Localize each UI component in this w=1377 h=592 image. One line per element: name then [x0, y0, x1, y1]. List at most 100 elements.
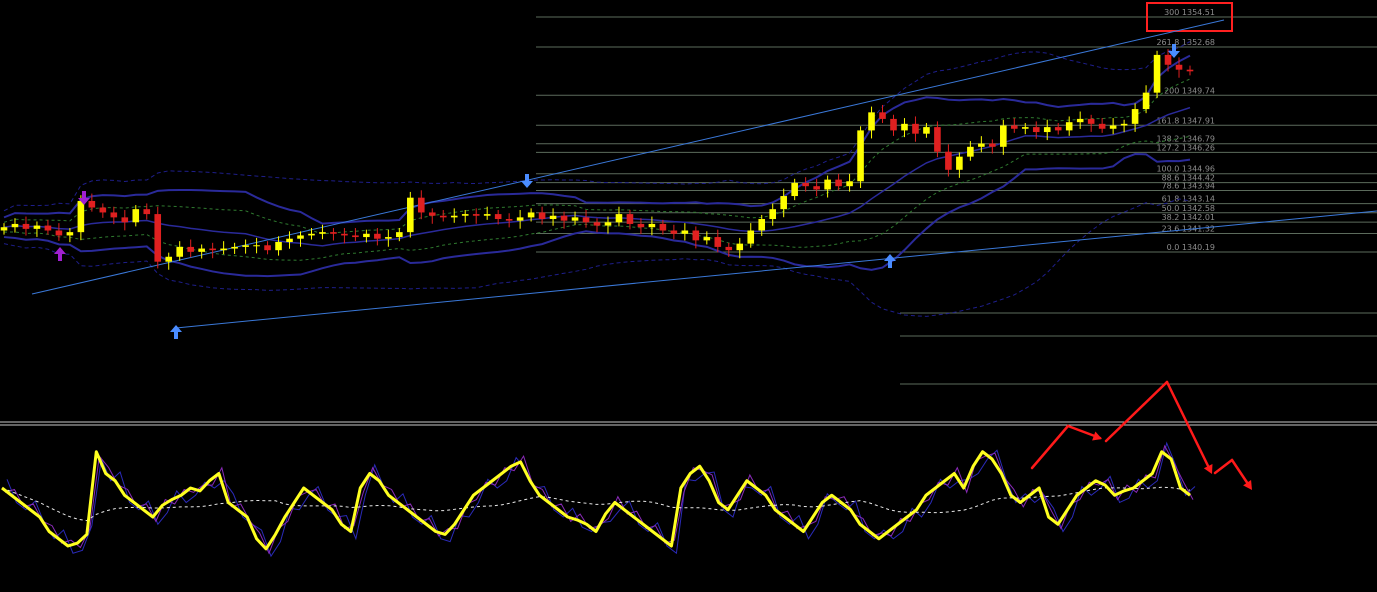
candle-body: [604, 222, 612, 226]
candle-body: [912, 123, 919, 134]
fib-label: 127.2 1346.26: [1156, 143, 1215, 152]
fib-label: 261.8 1352.68: [1156, 38, 1215, 47]
candle-body: [593, 222, 601, 226]
candle-body: [923, 127, 930, 134]
candle-body: [1011, 125, 1018, 129]
candle-body: [571, 217, 579, 221]
candle-body: [879, 112, 886, 119]
candle-body: [494, 214, 502, 220]
candle-body: [978, 143, 985, 147]
candle-body: [692, 230, 700, 241]
candle-body: [341, 233, 348, 236]
candle-body: [1087, 118, 1095, 124]
candle-body: [736, 243, 744, 251]
candle-body: [110, 212, 118, 218]
candle-body: [1164, 54, 1172, 65]
candle-body: [1032, 127, 1040, 133]
candle-body: [286, 238, 293, 242]
candle-body: [1109, 125, 1117, 129]
candle-body: [428, 212, 436, 216]
candle-body: [725, 246, 733, 251]
fib-label: 0.0 1340.19: [1167, 243, 1215, 252]
candle-body: [319, 232, 326, 234]
candle-body: [66, 232, 74, 236]
candle-body: [747, 230, 755, 244]
fib-label: 50.0 1342.58: [1162, 204, 1215, 213]
candle-body: [582, 217, 590, 223]
candle-body: [385, 237, 392, 239]
candle-body: [637, 223, 645, 228]
candle-body: [791, 182, 798, 197]
fib-label: 161.8 1347.91: [1156, 116, 1215, 125]
candle-body: [132, 209, 140, 223]
candle-body: [1142, 92, 1150, 110]
candle-body: [187, 246, 194, 252]
candle-body: [22, 223, 30, 229]
candle-body: [439, 215, 447, 218]
candle-body: [1076, 118, 1084, 123]
candle-body: [703, 237, 711, 241]
candle-body: [220, 248, 227, 251]
candle-body: [868, 112, 875, 131]
candle-body: [758, 219, 766, 231]
candle-body: [890, 118, 897, 131]
candle-body: [1153, 54, 1161, 93]
candle-body: [374, 233, 381, 239]
candle-body: [934, 127, 941, 152]
candle-body: [165, 256, 173, 262]
candle-body: [1043, 127, 1051, 133]
candle-body: [1175, 64, 1183, 70]
candle-body: [670, 230, 678, 234]
candle-body: [154, 214, 162, 262]
candle-body: [901, 123, 908, 131]
candle-body: [418, 197, 425, 213]
candle-body: [505, 219, 513, 221]
candle-body: [231, 246, 238, 249]
candle-body: [88, 200, 96, 208]
candle-body: [264, 245, 271, 251]
candle-body: [242, 245, 249, 247]
candle-body: [824, 179, 831, 190]
candle-body: [1098, 123, 1106, 129]
candle-body: [857, 130, 864, 182]
candle-body: [143, 209, 151, 215]
candle-body: [659, 223, 667, 231]
candle-body: [1054, 127, 1062, 131]
candle-body: [297, 235, 304, 239]
candle-body: [769, 209, 776, 220]
candle-body: [648, 223, 656, 228]
candle-body: [1120, 123, 1128, 126]
candle-body: [396, 232, 403, 238]
candle-body: [461, 214, 469, 216]
candle-body: [780, 196, 787, 210]
candle-body: [956, 156, 963, 170]
candle-body: [516, 217, 524, 221]
fib-label: 100.0 1344.96: [1156, 165, 1215, 174]
candle-body: [407, 197, 414, 233]
candle-body: [626, 214, 634, 224]
fib-label: 61.8 1343.14: [1162, 195, 1215, 204]
candle-body: [275, 241, 282, 251]
candle-body: [209, 248, 216, 251]
candle-body: [835, 179, 842, 187]
candle-body: [615, 214, 623, 223]
candle-body: [967, 146, 974, 157]
candle-body: [99, 207, 107, 213]
candle-body: [77, 200, 85, 233]
candle-body: [483, 214, 491, 216]
candle-body: [33, 225, 41, 229]
fib-label: 38.2 1342.01: [1162, 213, 1215, 222]
candle-body: [802, 182, 809, 187]
candle-body: [1065, 122, 1073, 131]
candle-body: [198, 248, 205, 252]
trading-chart: 300 1354.51261.8 1352.68200 1349.74161.8…: [0, 0, 1377, 592]
fib-label: 138.2 1346.79: [1156, 135, 1215, 144]
fib-label: 78.6 1343.94: [1162, 181, 1215, 190]
candle-body: [44, 225, 52, 231]
candle-body: [1000, 125, 1007, 147]
candle-body: [450, 215, 458, 218]
candle-body: [0, 227, 8, 231]
candle-body: [1186, 69, 1194, 72]
candle-body: [472, 214, 480, 216]
candle-body: [945, 151, 952, 170]
